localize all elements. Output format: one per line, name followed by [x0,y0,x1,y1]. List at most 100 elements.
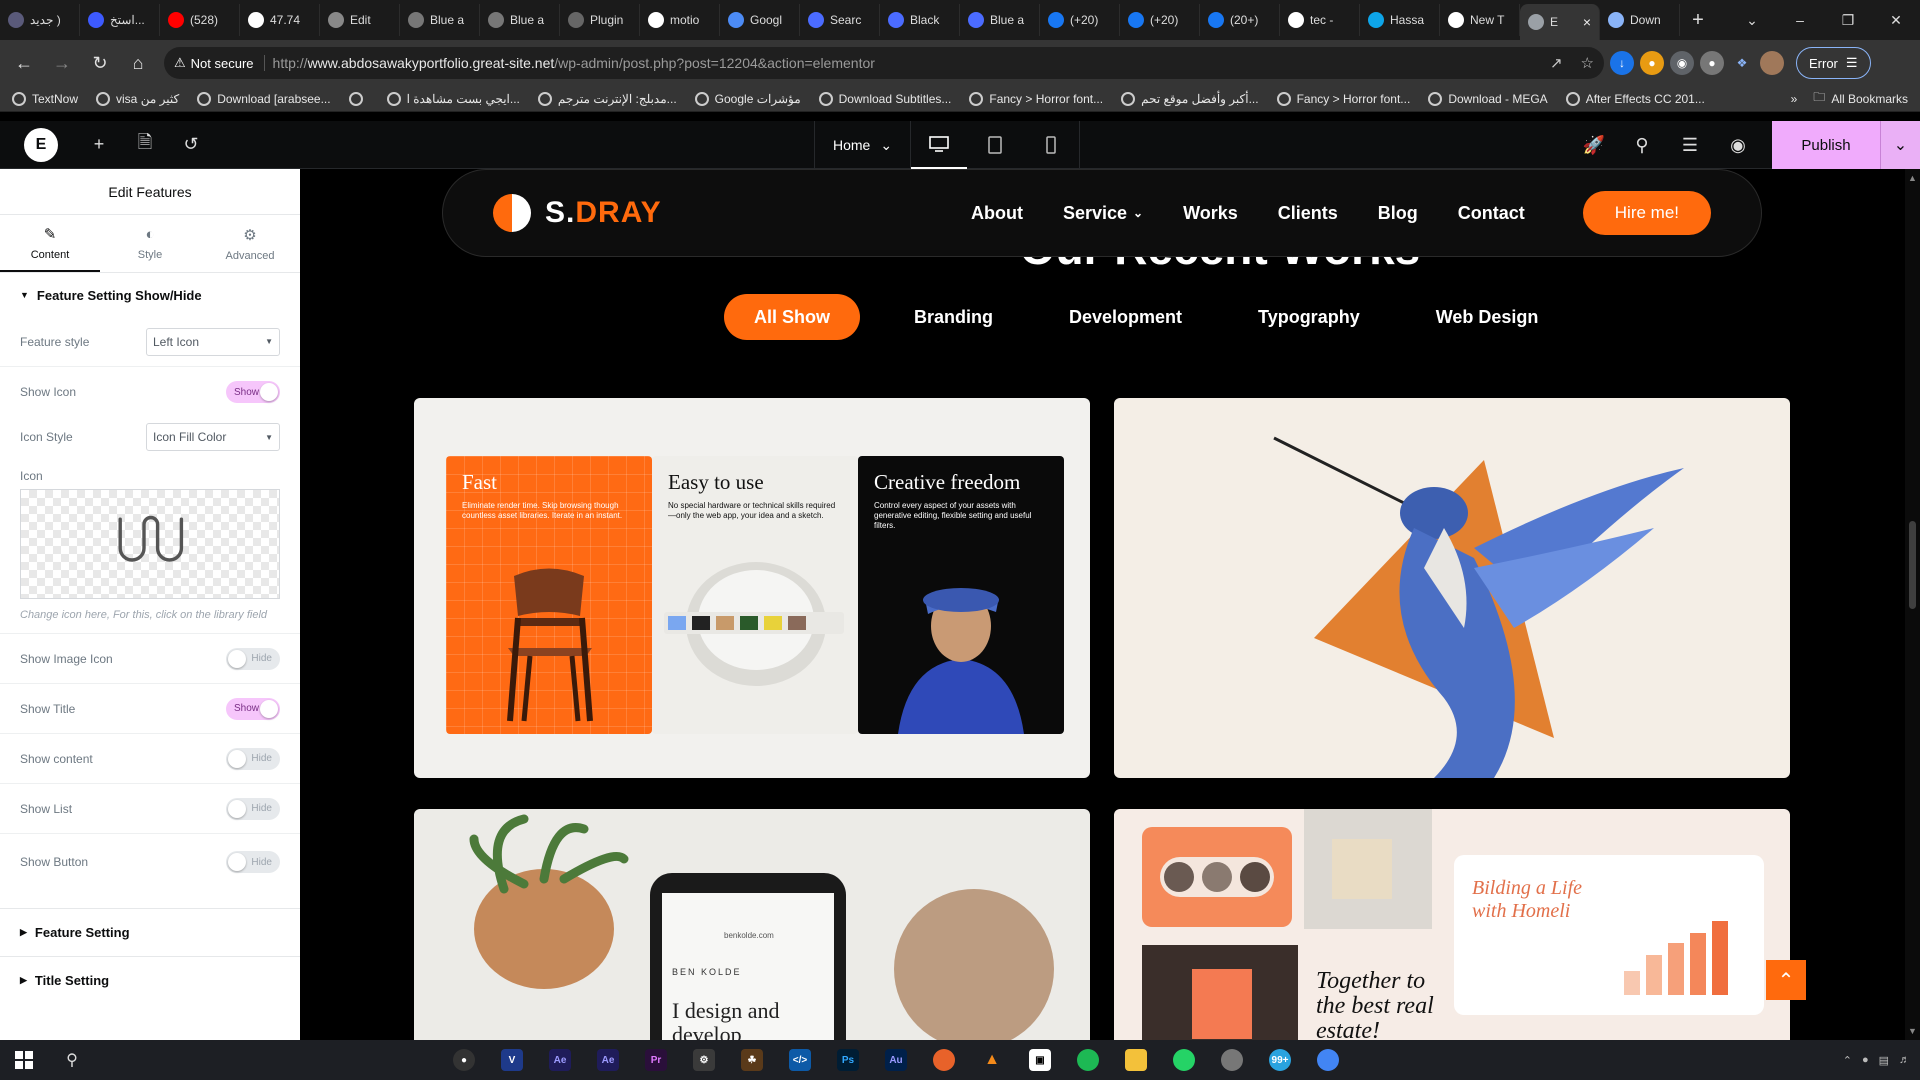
new-tab-icon[interactable]: + [1680,9,1716,32]
bookmark-item[interactable]: مدبلج: الإنترنت مترجم... [537,91,677,106]
download-icon[interactable]: ↓ [1610,51,1634,75]
whatsapp-icon[interactable] [1164,1042,1204,1078]
scroll-down-icon[interactable]: ▼ [1905,1026,1920,1036]
notifications-icon[interactable]: 🚀 [1570,135,1618,156]
filter-branding[interactable]: Branding [884,294,1023,340]
section-feature-setting[interactable]: ▶ Feature Setting [0,908,300,956]
browser-tab[interactable]: Hassa [1360,4,1440,36]
network-icon[interactable]: ▤ [1879,1054,1889,1067]
telegram-icon[interactable]: 99+ [1260,1042,1300,1078]
chevron-up-icon[interactable]: ⌃ [1843,1054,1852,1067]
feature-style-select[interactable]: Left Icon ▼ [146,327,280,356]
close-window-icon[interactable]: ✕ [1872,12,1920,29]
avatar[interactable] [1760,51,1784,75]
profile-error-button[interactable]: Error ☰ [1796,47,1871,79]
icon-style-select[interactable]: Icon Fill Color ▼ [146,423,280,451]
camera-icon[interactable]: ◉ [1670,51,1694,75]
site-logo[interactable]: S.DRAY [493,194,662,232]
desktop-icon[interactable] [911,121,968,169]
tab-style[interactable]: ◐ Style [100,215,200,272]
page-selector[interactable]: Home ⌄ [815,121,912,169]
forward-icon[interactable]: → [46,47,78,79]
show-button-toggle[interactable]: Hide [226,851,280,873]
browser-tab[interactable]: Searc [800,4,880,36]
browser-tab[interactable]: Plugin [560,4,640,36]
menu-item-works[interactable]: Works [1183,203,1238,224]
tablet-icon[interactable] [967,121,1023,169]
more-bookmarks-icon[interactable]: » [1791,92,1798,106]
reload-icon[interactable]: ↻ [84,47,116,79]
search-icon[interactable]: ⚲ [1618,135,1666,156]
portfolio-card[interactable]: Fast Eliminate render time. Skip browsin… [414,398,1090,778]
section-title-setting[interactable]: ▶ Title Setting [0,956,300,1004]
page-settings-icon[interactable]: 🗎 [122,130,168,160]
publish-options-chevron-icon[interactable]: ⌄ [1880,121,1920,169]
vlc-icon[interactable]: ▲ [972,1042,1012,1078]
portfolio-card[interactable] [1114,398,1790,778]
browser-tab[interactable]: (20+) [1200,4,1280,36]
menu-item-blog[interactable]: Blog [1378,203,1418,224]
vscode-icon[interactable]: </> [780,1042,820,1078]
bookmark-item[interactable]: TextNow [12,91,78,106]
show-content-toggle[interactable]: Hide [226,747,280,770]
spotify-icon[interactable] [1068,1042,1108,1078]
all-bookmarks-button[interactable]: 🗀 All Bookmarks [1813,88,1908,109]
browser-tab[interactable]: Down [1600,4,1680,36]
microphone-icon[interactable]: ● [1862,1054,1869,1066]
menu-item-about[interactable]: About [971,203,1023,224]
filter-web-design[interactable]: Web Design [1406,294,1569,340]
close-tab-icon[interactable]: × [1583,14,1591,30]
photoshop-icon[interactable]: Ps [828,1042,868,1078]
app-icon[interactable]: ⚙ [684,1042,724,1078]
show-icon-toggle[interactable]: Show [226,381,280,403]
security-indicator[interactable]: ⚠ Not secure [174,55,265,71]
after-effects-icon[interactable]: Ae [540,1042,580,1078]
browser-tab[interactable]: (+20) [1040,4,1120,36]
browser-tab[interactable]: 47.74 [240,4,320,36]
tab-content[interactable]: ✎ Content [0,215,100,272]
portfolio-card[interactable]: Bilding a Life with Homeli Together to t… [1114,809,1790,1040]
bookmark-item[interactable]: ايجي بست مشاهدة ا... [386,91,520,106]
bookmark-item[interactable]: Fancy > Horror font... [1276,91,1410,106]
portfolio-card[interactable]: benkolde.com BEN KOLDE I design and deve… [414,809,1090,1040]
elementor-logo-icon[interactable]: E [24,127,58,162]
firefox-icon[interactable] [924,1042,964,1078]
mobile-icon[interactable] [1023,121,1079,169]
browser-tab[interactable]: E × [1520,4,1600,40]
windows-start-icon[interactable] [0,1051,48,1069]
menu-item-service[interactable]: Service ⌄ [1063,203,1143,224]
browser-tab[interactable]: motio [640,4,720,36]
bookmark-star-icon[interactable]: ☆ [1581,54,1594,72]
minimize-icon[interactable]: – [1776,12,1824,29]
bookmark-item[interactable]: Download - MEGA [1428,91,1548,106]
hire-me-button[interactable]: Hire me! [1582,191,1711,235]
browser-tab[interactable]: Edit [320,4,400,36]
filter-development[interactable]: Development [1039,294,1212,340]
share-icon[interactable]: ↗ [1550,54,1563,72]
puzzle-icon[interactable]: ❖ [1730,51,1754,75]
publish-button[interactable]: Publish [1772,121,1880,169]
menu-item-clients[interactable]: Clients [1278,203,1338,224]
app-icon[interactable] [1212,1042,1252,1078]
scroll-to-top-button[interactable]: ⌃ [1766,960,1806,1000]
extension-icon[interactable]: ● [1700,51,1724,75]
capcut-icon[interactable]: ▣ [1020,1042,1060,1078]
section-feature-show-hide[interactable]: ▼ Feature Setting Show/Hide [0,273,300,317]
show-image-icon-toggle[interactable]: Hide [226,647,280,670]
address-bar[interactable]: ⚠ Not secure http://www.abdosawakyportfo… [164,47,1604,79]
volume-icon[interactable]: ♬ [1899,1054,1910,1066]
bookmark-item[interactable]: Fancy > Horror font... [969,91,1103,106]
browser-tab[interactable]: (528) [160,4,240,36]
filter-all-show[interactable]: All Show [724,294,860,340]
menu-item-contact[interactable]: Contact [1458,203,1525,224]
bookmark-item[interactable]: After Effects CC 201... [1565,91,1705,106]
structure-icon[interactable]: ☰ [1666,135,1714,156]
bookmark-item[interactable]: أكبر وأفضل موقع تحم... [1121,91,1259,106]
restore-icon[interactable]: ❐ [1824,12,1872,29]
audition-icon[interactable]: Au [876,1042,916,1078]
browser-tab[interactable]: (+20) [1120,4,1200,36]
browser-tab[interactable]: tec - [1280,4,1360,36]
premiere-icon[interactable]: Pr [636,1042,676,1078]
browser-tab[interactable]: Googl [720,4,800,36]
bookmark-item[interactable]: Download [arabsee... [197,91,331,106]
